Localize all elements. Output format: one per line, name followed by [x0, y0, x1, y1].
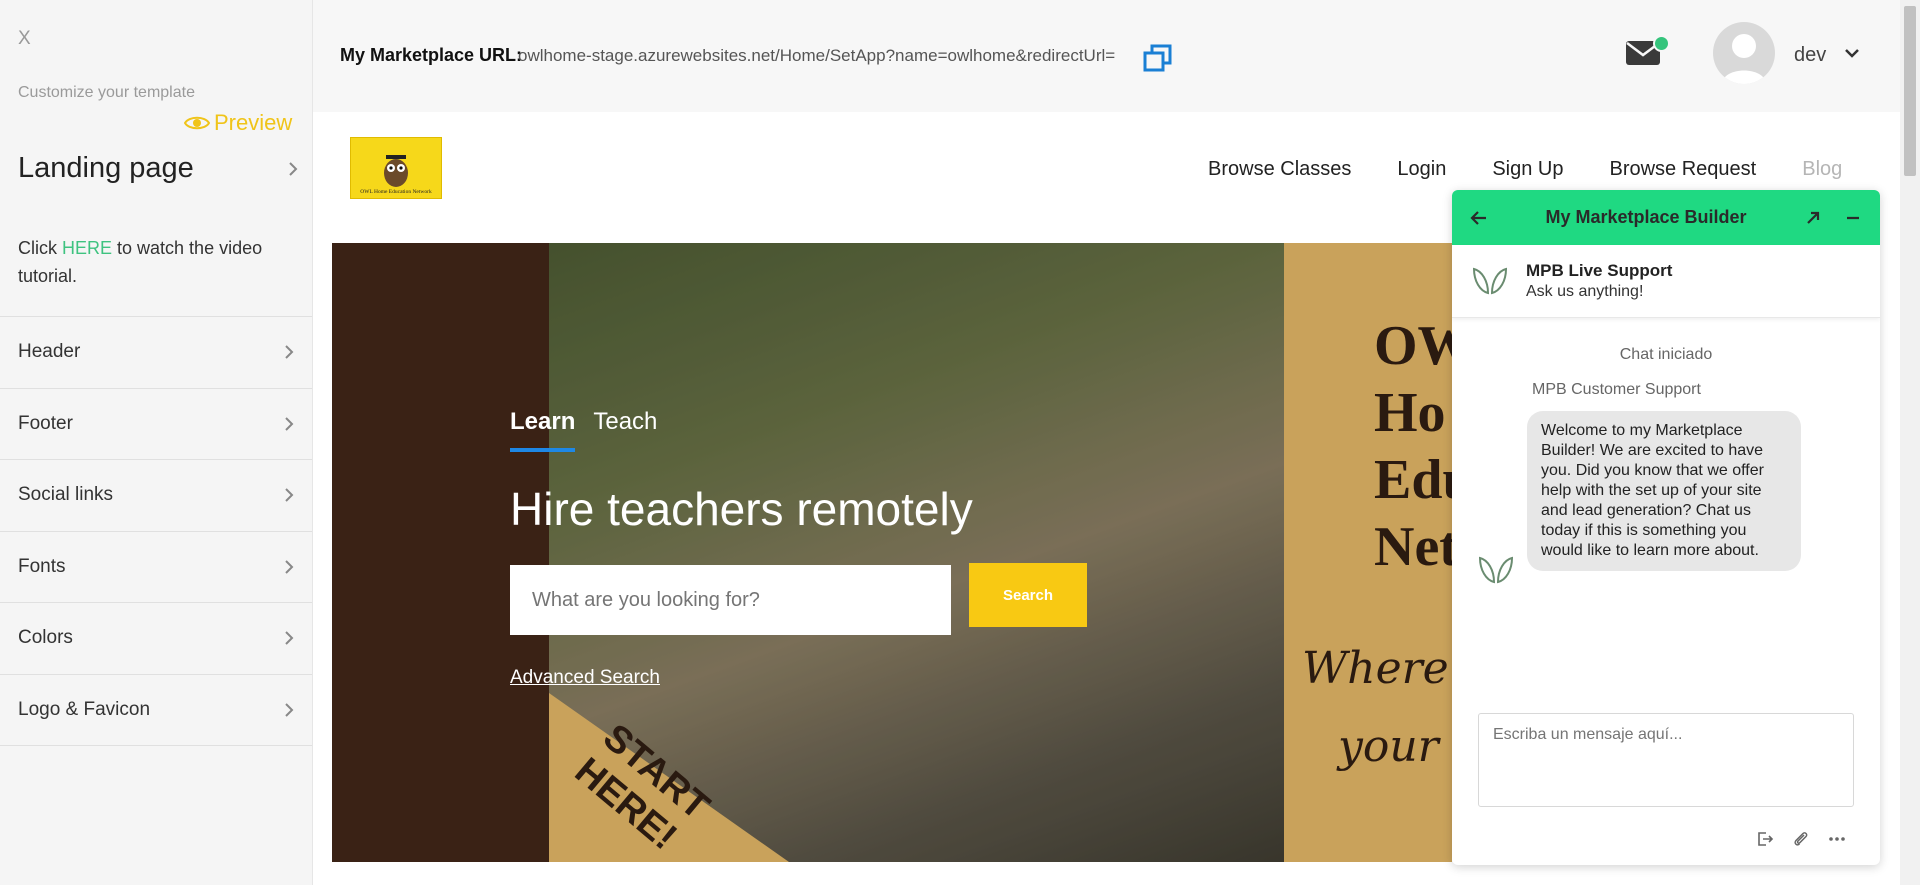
- chevron-right-icon: [284, 487, 294, 503]
- chat-header: My Marketplace Builder: [1452, 190, 1880, 245]
- back-arrow-icon[interactable]: [1470, 209, 1488, 227]
- sidebar-item-colors[interactable]: Colors: [0, 603, 312, 675]
- sidebar-item-label: Colors: [18, 627, 73, 649]
- search-input[interactable]: [510, 565, 951, 635]
- customize-sidebar: X Customize your template Preview Landin…: [0, 0, 313, 885]
- user-name[interactable]: dev: [1794, 44, 1826, 67]
- sidebar-menu: Header Footer Social links Fonts Colors …: [0, 316, 312, 746]
- owl-logo-icon: [384, 155, 408, 187]
- chevron-right-icon: [284, 630, 294, 646]
- expand-icon[interactable]: [1804, 209, 1822, 227]
- sidebar-item-social-links[interactable]: Social links: [0, 460, 312, 532]
- preview-button[interactable]: Preview: [184, 110, 292, 136]
- tab-teach[interactable]: Teach: [593, 408, 657, 452]
- exit-chat-icon[interactable]: [1756, 830, 1774, 848]
- sidebar-item-footer[interactable]: Footer: [0, 389, 312, 460]
- hero-title: Hire teachers remotely: [510, 483, 973, 535]
- agent-name: MPB Live Support: [1526, 261, 1673, 280]
- mpb-logo-icon: [1478, 556, 1514, 584]
- user-silhouette-icon: [1722, 34, 1766, 84]
- chat-started-label: Chat iniciado: [1619, 346, 1713, 363]
- chat-title: My Marketplace Builder: [1545, 207, 1747, 227]
- logo-text: OWL Home Education Network: [360, 189, 432, 195]
- eye-icon: [184, 116, 210, 130]
- chevron-down-icon[interactable]: [1844, 47, 1860, 59]
- chat-message-bubble: Welcome to my Marketplace Builder! We ar…: [1527, 411, 1801, 571]
- nav-sign-up[interactable]: Sign Up: [1492, 158, 1563, 181]
- sidebar-subtitle: Customize your template: [18, 84, 195, 101]
- sidebar-item-label: Logo & Favicon: [18, 698, 151, 720]
- chevron-right-icon: [288, 161, 298, 177]
- tutorial-prefix: Click: [18, 238, 62, 258]
- notification-dot: [1653, 35, 1670, 52]
- chat-message-input[interactable]: [1478, 713, 1854, 807]
- chat-toolbar: [1756, 830, 1846, 848]
- video-tutorial-text: Click HERE to watch the video tutorial.: [18, 234, 288, 290]
- chevron-right-icon: [284, 559, 294, 575]
- advanced-search-link[interactable]: Advanced Search: [510, 667, 660, 689]
- chevron-right-icon: [284, 702, 294, 718]
- landing-page-item[interactable]: Landing page: [18, 152, 298, 185]
- message-sender: MPB Customer Support: [1532, 381, 1701, 398]
- agent-subtitle: Ask us anything!: [1526, 283, 1644, 300]
- sidebar-item-label: Social links: [18, 484, 114, 506]
- learn-teach-tabs: Learn Teach: [510, 408, 657, 452]
- minimize-icon[interactable]: [1844, 209, 1862, 227]
- landing-page-label: Landing page: [18, 152, 194, 184]
- sidebar-item-logo-favicon[interactable]: Logo & Favicon: [0, 675, 312, 746]
- sidebar-item-label: Fonts: [18, 555, 66, 577]
- more-options-icon[interactable]: [1828, 830, 1846, 848]
- mpb-logo-icon: [1472, 267, 1508, 295]
- preview-label: Preview: [214, 110, 293, 135]
- nav-browse-request[interactable]: Browse Request: [1609, 158, 1756, 181]
- chevron-right-icon: [284, 416, 294, 432]
- sidebar-item-label: Footer: [18, 412, 73, 434]
- tab-learn[interactable]: Learn: [510, 408, 576, 452]
- attachment-icon[interactable]: [1792, 830, 1810, 848]
- site-logo[interactable]: OWL Home Education Network: [350, 137, 442, 199]
- url-label: My Marketplace URL:: [340, 45, 523, 65]
- tutorial-here-link[interactable]: HERE: [62, 238, 112, 258]
- chat-widget: My Marketplace Builder MPB Live Support …: [1452, 190, 1880, 865]
- chat-agent-info: MPB Live Support Ask us anything!: [1452, 245, 1880, 318]
- search-button[interactable]: Search: [969, 563, 1087, 627]
- site-nav: Browse Classes Login Sign Up Browse Requ…: [1208, 158, 1888, 181]
- sidebar-item-label: Header: [18, 341, 81, 363]
- sidebar-item-fonts[interactable]: Fonts: [0, 532, 312, 603]
- scrollbar-thumb[interactable]: [1904, 6, 1916, 176]
- copy-icon[interactable]: [1143, 44, 1173, 72]
- avatar[interactable]: [1713, 22, 1775, 84]
- nav-blog[interactable]: Blog: [1802, 158, 1842, 181]
- marketplace-url-bar: My Marketplace URL: owlhome-stage.azurew…: [313, 0, 1900, 112]
- chevron-right-icon: [284, 344, 294, 360]
- nav-browse-classes[interactable]: Browse Classes: [1208, 158, 1351, 181]
- nav-login[interactable]: Login: [1397, 158, 1446, 181]
- url-value: owlhome-stage.azurewebsites.net/Home/Set…: [518, 46, 1116, 65]
- sidebar-item-header[interactable]: Header: [0, 317, 312, 389]
- hero-banner: [332, 243, 1452, 862]
- close-button[interactable]: X: [18, 28, 31, 50]
